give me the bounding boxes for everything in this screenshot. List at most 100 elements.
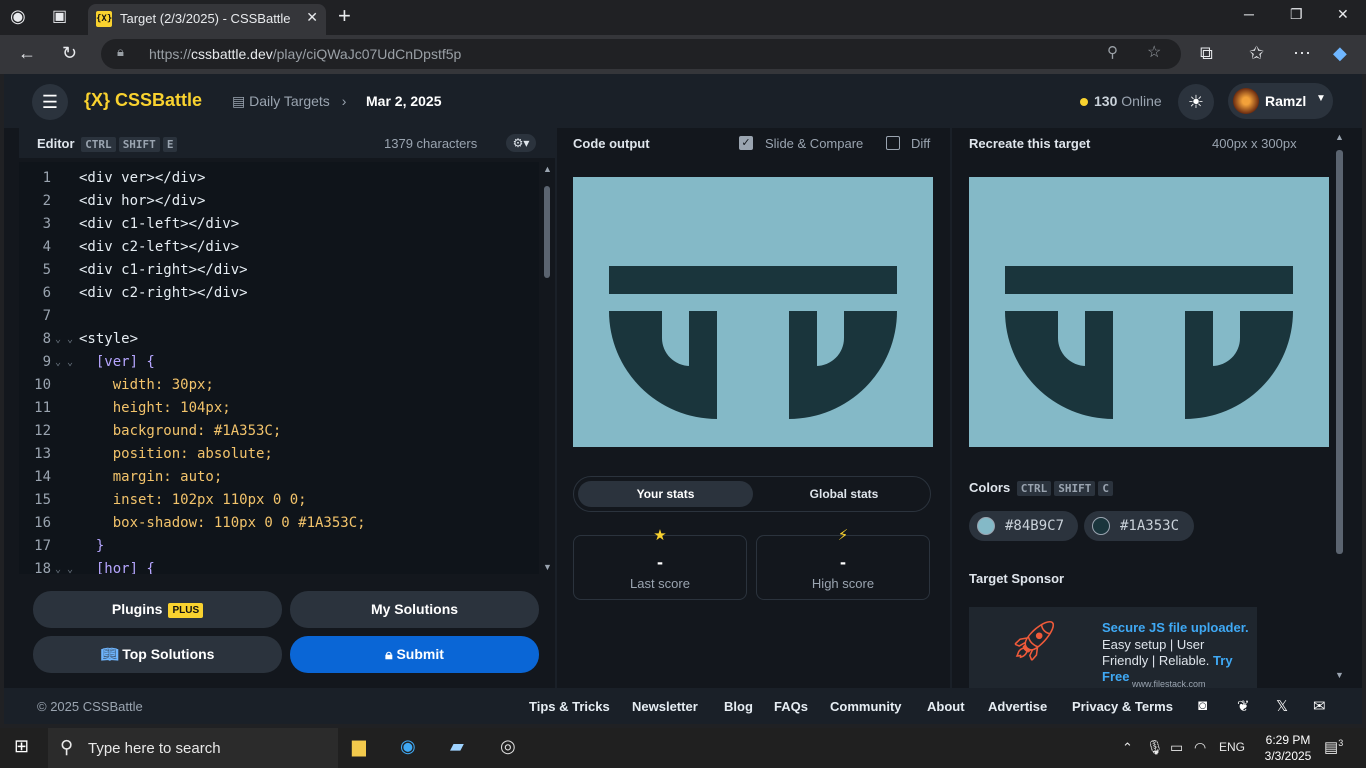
editor-settings-gear-icon[interactable]: ⚙▾ bbox=[506, 134, 536, 152]
email-icon[interactable]: ✉ bbox=[1313, 697, 1326, 715]
fold-chevron-icon[interactable]: ⌄ ⌄ bbox=[55, 558, 73, 574]
code-line[interactable]: 6 <div c2-right></div> bbox=[19, 282, 539, 305]
microphone-icon[interactable]: 🎙︎ bbox=[1146, 739, 1164, 756]
diff-checkbox[interactable] bbox=[886, 136, 900, 150]
code-line[interactable]: 16 box-shadow: 110px 0 0 #1A353C; bbox=[19, 512, 539, 535]
clock[interactable]: 6:29 PM 3/3/2025 bbox=[1258, 732, 1318, 764]
url-text[interactable]: https://cssbattle.dev/play/ciQWaJc07UdCn… bbox=[149, 46, 461, 62]
footer-link-about[interactable]: About bbox=[927, 699, 965, 714]
browser-tab[interactable]: {X} Target (2/3/2025) - CSSBattle ✕ bbox=[88, 4, 326, 35]
target-canvas[interactable] bbox=[969, 177, 1329, 447]
minimize-icon[interactable]: ─ bbox=[1244, 6, 1254, 22]
editor-scrollbar[interactable]: ▲ ▼ bbox=[540, 162, 554, 574]
diff-label[interactable]: Diff bbox=[911, 136, 930, 151]
notepad-icon[interactable]: ▰ bbox=[450, 736, 464, 757]
footer-link-tips[interactable]: Tips & Tricks bbox=[529, 699, 610, 714]
breadcrumb[interactable]: ▤ Daily Targets › bbox=[232, 93, 346, 110]
taskbar-search[interactable]: ⚲ Type here to search bbox=[48, 728, 338, 768]
copilot-icon[interactable]: ◆ bbox=[1333, 43, 1347, 64]
code-line[interactable]: 7 bbox=[19, 305, 539, 328]
code-text: <div c2-left></div> bbox=[79, 239, 240, 255]
code-line[interactable]: 10 width: 30px; bbox=[19, 374, 539, 397]
new-tab-icon[interactable]: + bbox=[338, 4, 351, 28]
code-line[interactable]: 14 margin: auto; bbox=[19, 466, 539, 489]
extensions-icon[interactable]: ⧉ bbox=[1200, 43, 1213, 64]
profile-icon[interactable]: ◉ bbox=[10, 6, 26, 27]
panel-divider[interactable] bbox=[555, 128, 557, 688]
footer-link-advertise[interactable]: Advertise bbox=[988, 699, 1047, 714]
top-solutions-button[interactable]: 📖︎ Top Solutions bbox=[33, 636, 282, 673]
code-line[interactable]: 1 <div ver></div> bbox=[19, 167, 539, 190]
submit-button[interactable]: 🔒︎ Submit bbox=[290, 636, 539, 673]
tab-your-stats[interactable]: Your stats bbox=[578, 481, 753, 507]
plugins-button[interactable]: Plugins PLUS bbox=[33, 591, 282, 628]
color-chip[interactable]: #1A353C bbox=[1084, 511, 1194, 541]
close-tab-icon[interactable]: ✕ bbox=[306, 9, 318, 26]
menu-icon[interactable]: ☰ bbox=[32, 84, 68, 120]
scrollbar-thumb[interactable] bbox=[1336, 150, 1343, 554]
target-scrollbar[interactable]: ▲ ▼ bbox=[1334, 132, 1346, 684]
edge-icon[interactable]: ◉ bbox=[400, 736, 416, 757]
code-line[interactable]: 11 height: 104px; bbox=[19, 397, 539, 420]
code-line[interactable]: 18 ⌄ ⌄ [hor] { bbox=[19, 558, 539, 574]
code-line[interactable]: 2 <div hor></div> bbox=[19, 190, 539, 213]
footer-link-blog[interactable]: Blog bbox=[724, 699, 753, 714]
wifi-icon[interactable]: ◠ bbox=[1194, 739, 1206, 756]
scroll-down-icon[interactable]: ▼ bbox=[543, 562, 552, 572]
back-icon[interactable]: ← bbox=[18, 43, 36, 64]
discord-icon[interactable]: ◙ bbox=[1198, 697, 1207, 714]
battery-icon[interactable]: ▭ bbox=[1170, 739, 1183, 756]
fold-chevron-icon[interactable]: ⌄ ⌄ bbox=[55, 351, 73, 374]
slide-compare-checkbox[interactable]: ✓ bbox=[739, 136, 753, 150]
my-solutions-button[interactable]: My Solutions bbox=[290, 591, 539, 628]
scroll-up-icon[interactable]: ▲ bbox=[543, 164, 552, 174]
code-output-canvas[interactable] bbox=[573, 177, 933, 447]
code-line[interactable]: 9 ⌄ ⌄ [ver] { bbox=[19, 351, 539, 374]
slide-compare-label[interactable]: Slide & Compare bbox=[765, 136, 863, 151]
more-menu-icon[interactable]: ⋯ bbox=[1293, 43, 1311, 64]
scrollbar-thumb[interactable] bbox=[544, 186, 550, 278]
code-line[interactable]: 13 position: absolute; bbox=[19, 443, 539, 466]
code-line[interactable]: 4 <div c2-left></div> bbox=[19, 236, 539, 259]
code-line[interactable]: 3 <div c1-left></div> bbox=[19, 213, 539, 236]
code-line[interactable]: 12 background: #1A353C; bbox=[19, 420, 539, 443]
recorder-icon[interactable]: ◎ bbox=[500, 736, 516, 757]
code-line[interactable]: 17 } bbox=[19, 535, 539, 558]
cssbattle-logo[interactable]: {X} CSSBattle bbox=[84, 90, 202, 111]
language-indicator[interactable]: ENG bbox=[1219, 740, 1245, 754]
scroll-up-icon[interactable]: ▲ bbox=[1335, 132, 1344, 142]
sponsor-ad[interactable]: 🚀︎ Secure JS file uploader. Easy setup |… bbox=[969, 607, 1257, 688]
x-icon[interactable]: 𝕏 bbox=[1276, 697, 1288, 715]
color-chip[interactable]: #84B9C7 bbox=[969, 511, 1078, 541]
scroll-down-icon[interactable]: ▼ bbox=[1335, 670, 1344, 680]
panel-divider[interactable] bbox=[950, 128, 952, 688]
windows-start-icon[interactable]: ⊞ bbox=[14, 736, 29, 757]
footer-link-privacy[interactable]: Privacy & Terms bbox=[1072, 699, 1173, 714]
favorites-icon[interactable]: ✩ bbox=[1249, 43, 1264, 64]
footer-link-faqs[interactable]: FAQs bbox=[774, 699, 808, 714]
chevron-up-icon[interactable]: ⌃ bbox=[1122, 740, 1133, 756]
theme-toggle-sun-icon[interactable]: ☀ bbox=[1178, 84, 1214, 120]
tab-actions-icon[interactable]: ▣ bbox=[52, 6, 67, 26]
footer-link-newsletter[interactable]: Newsletter bbox=[632, 699, 698, 714]
maximize-icon[interactable]: ❐ bbox=[1290, 6, 1303, 23]
code-line[interactable]: 5 <div c1-right></div> bbox=[19, 259, 539, 282]
code-line[interactable]: 8 ⌄ ⌄ <style> bbox=[19, 328, 539, 351]
file-explorer-icon[interactable]: ▆ bbox=[352, 736, 366, 757]
tab-global-stats[interactable]: Global stats bbox=[764, 481, 924, 507]
window-close-icon[interactable]: ✕ bbox=[1337, 6, 1349, 23]
footer-link-community[interactable]: Community bbox=[830, 699, 902, 714]
user-menu[interactable]: Ramzl ▼ bbox=[1228, 83, 1333, 119]
notification-icon[interactable]: ▤3 bbox=[1324, 738, 1343, 756]
zoom-icon[interactable]: ⚲ bbox=[1107, 43, 1118, 61]
reload-icon[interactable]: ↻ bbox=[62, 43, 77, 64]
code-editor[interactable]: 1 <div ver></div> 2 <div hor></div> 3 <div c1… bbox=[19, 162, 539, 574]
code-line[interactable]: 15 inset: 102px 110px 0 0; bbox=[19, 489, 539, 512]
fold-chevron-icon[interactable]: ⌄ ⌄ bbox=[55, 328, 73, 351]
breadcrumb-daily-targets[interactable]: Daily Targets bbox=[249, 93, 330, 109]
site-info-icon[interactable]: 🔒︎ bbox=[117, 44, 124, 60]
favorite-star-icon[interactable]: ☆ bbox=[1147, 42, 1161, 62]
address-bar[interactable]: 🔒︎ https://cssbattle.dev/play/ciQWaJc07U… bbox=[101, 39, 1181, 69]
sponsor-headline[interactable]: Secure JS file uploader. bbox=[1102, 620, 1249, 635]
bluesky-icon[interactable]: ❦ bbox=[1237, 697, 1250, 715]
